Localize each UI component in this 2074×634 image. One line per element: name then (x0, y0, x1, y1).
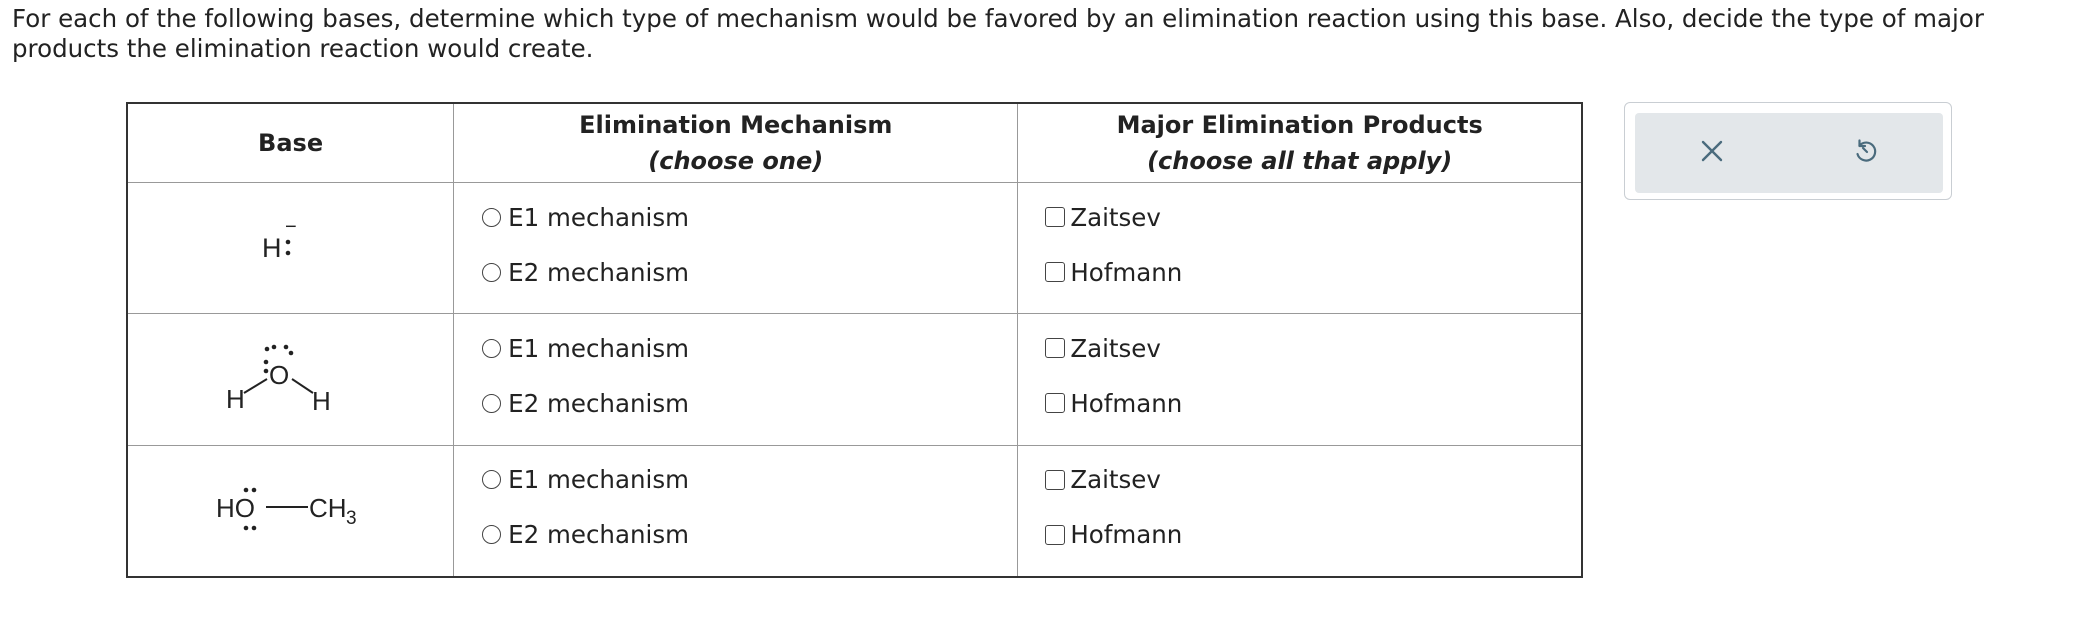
option-label: E2 mechanism (508, 520, 689, 550)
hydride-charge: − (285, 219, 297, 238)
products-cell: Zaitsev Hofmann (1017, 182, 1583, 315)
checkbox[interactable] (1045, 207, 1066, 228)
checkbox-option-zaitsev[interactable]: Zaitsev (1045, 202, 1581, 232)
question-text: For each of the following bases, determi… (12, 4, 1984, 63)
header-products-sub: (choose all that apply) (1147, 147, 1453, 176)
option-label: Hofmann (1070, 257, 1183, 287)
header-mechanism-sub: (choose one) (648, 147, 824, 176)
tool-panel (1624, 102, 1952, 200)
radio-option-e2[interactable]: E2 mechanism (482, 257, 1017, 287)
methanol-subscript: 3 (346, 508, 357, 529)
radio-button[interactable] (482, 525, 502, 545)
header-products-label: Major Elimination Products (1116, 111, 1483, 140)
table-row: H O H E1 mechanism E2 mechanism Zaitsev … (126, 313, 1583, 446)
products-cell: Zaitsev Hofmann (1017, 313, 1583, 446)
option-label: E1 mechanism (508, 333, 689, 363)
undo-button[interactable] (1789, 113, 1943, 193)
header-base-label: Base (258, 129, 324, 158)
checkbox[interactable] (1045, 524, 1066, 545)
products-cell: Zaitsev Hofmann (1017, 444, 1583, 578)
radio-option-e1[interactable]: E1 mechanism (482, 465, 1017, 495)
option-label: Zaitsev (1070, 333, 1161, 363)
option-label: E2 mechanism (508, 257, 689, 287)
radio-button[interactable] (482, 262, 502, 282)
checkbox-option-zaitsev[interactable]: Zaitsev (1045, 465, 1581, 495)
radio-button[interactable] (482, 338, 502, 358)
table-row: H − E1 mechanism E2 mechanism Zaitsev Ho… (126, 182, 1583, 315)
clear-button[interactable] (1635, 113, 1789, 193)
base-cell-hydride: H − (126, 182, 455, 315)
checkbox-option-hofmann[interactable]: Hofmann (1045, 520, 1581, 550)
option-label: Zaitsev (1070, 202, 1161, 232)
answer-table: Base Elimination Mechanism (choose one) … (126, 102, 1583, 578)
mechanism-cell: E1 mechanism E2 mechanism (453, 182, 1019, 315)
table-row: HO CH 3 E1 mechanism E2 mechanism Zaitse… (126, 444, 1583, 578)
base-cell-water: H O H (126, 313, 455, 446)
option-label: E2 mechanism (508, 388, 689, 418)
option-label: Hofmann (1070, 520, 1183, 550)
checkbox-option-hofmann[interactable]: Hofmann (1045, 388, 1581, 418)
checkbox[interactable] (1045, 338, 1066, 359)
hydride-atom: H (262, 233, 282, 263)
header-mechanism: Elimination Mechanism (choose one) (453, 102, 1019, 184)
radio-option-e2[interactable]: E2 mechanism (482, 520, 1017, 550)
radio-button[interactable] (482, 207, 502, 227)
water-oxygen: O (269, 360, 289, 390)
option-label: Zaitsev (1070, 465, 1161, 495)
checkbox[interactable] (1045, 393, 1066, 414)
radio-option-e2[interactable]: E2 mechanism (482, 388, 1017, 418)
option-label: E1 mechanism (508, 202, 689, 232)
tool-bar (1635, 113, 1943, 193)
undo-icon (1852, 137, 1880, 169)
base-cell-methanol: HO CH 3 (126, 444, 455, 578)
header-row: Base Elimination Mechanism (choose one) … (126, 102, 1583, 184)
methanol-structure: HO CH 3 (216, 484, 376, 544)
checkbox[interactable] (1045, 469, 1066, 490)
option-label: E1 mechanism (508, 465, 689, 495)
header-mechanism-label: Elimination Mechanism (579, 111, 893, 140)
checkbox-option-hofmann[interactable]: Hofmann (1045, 257, 1581, 287)
radio-button[interactable] (482, 470, 502, 490)
radio-option-e1[interactable]: E1 mechanism (482, 333, 1017, 363)
water-h-right: H (312, 386, 331, 416)
checkbox-option-zaitsev[interactable]: Zaitsev (1045, 333, 1581, 363)
methanol-ho: HO (216, 493, 255, 523)
mechanism-cell: E1 mechanism E2 mechanism (453, 444, 1019, 578)
header-products: Major Elimination Products (choose all t… (1017, 102, 1583, 184)
water-h-left: H (226, 384, 245, 414)
close-icon (1699, 138, 1725, 168)
header-base: Base (126, 102, 455, 184)
hydride-structure: H − (262, 219, 322, 269)
radio-option-e1[interactable]: E1 mechanism (482, 202, 1017, 232)
methanol-ch: CH (309, 493, 347, 523)
mechanism-cell: E1 mechanism E2 mechanism (453, 313, 1019, 446)
option-label: Hofmann (1070, 388, 1183, 418)
water-structure: H O H (226, 336, 356, 420)
checkbox[interactable] (1045, 262, 1066, 283)
radio-button[interactable] (482, 393, 502, 413)
